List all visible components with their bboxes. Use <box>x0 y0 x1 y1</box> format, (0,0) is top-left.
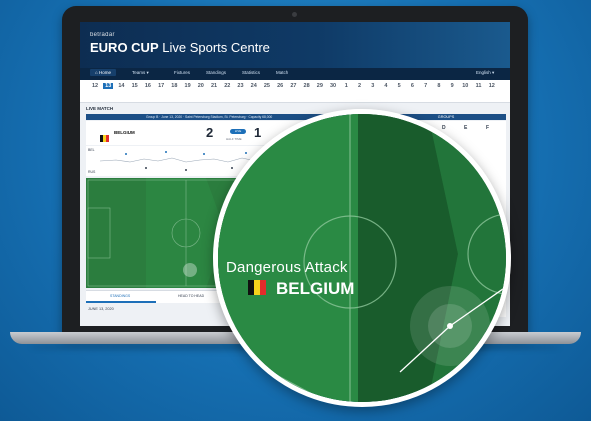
calendar-day[interactable]: 4 <box>381 83 391 89</box>
graph-label-home: BEL <box>88 148 95 152</box>
magnifier-lens: Dangerous Attack BELGIUM <box>213 109 511 407</box>
app-header: betradar EURO CUP Live Sports Centre <box>80 22 510 68</box>
main-nav: ⌂ Home Teams ▾ Fixtures Standings Statis… <box>80 68 510 80</box>
calendar-day[interactable]: 12 <box>90 83 100 89</box>
event-team: BELGIUM <box>276 279 355 298</box>
live-section-label: LIVE MATCH <box>86 106 114 111</box>
nav-label: Home <box>98 70 111 75</box>
calendar-day[interactable]: 20 <box>196 83 206 89</box>
active-tab-indicator <box>86 301 156 303</box>
calendar-day-number: 1 <box>344 83 348 89</box>
calendar-day-number: 16 <box>144 83 151 89</box>
brand-logo: betradar <box>90 32 115 38</box>
language-label: English <box>476 70 491 75</box>
calendar-day[interactable]: 18 <box>169 83 179 89</box>
calendar-day-number: 27 <box>290 83 297 89</box>
belgium-flag-icon <box>100 129 109 142</box>
calendar-day[interactable]: 27 <box>288 83 298 89</box>
calendar-day-number: 25 <box>263 83 270 89</box>
calendar-day[interactable]: 12 <box>487 83 497 89</box>
calendar-day-number: 21 <box>210 83 218 89</box>
calendar-day[interactable]: 2 <box>355 83 365 89</box>
calendar-day-number: 23 <box>237 83 244 89</box>
calendar-day-number: 7 <box>424 83 428 89</box>
page-title: EURO CUP Live Sports Centre <box>90 40 270 55</box>
event-title: Dangerous Attack <box>226 259 348 276</box>
calendar-day[interactable]: 6 <box>407 83 417 89</box>
calendar-day[interactable]: 21 <box>209 83 219 89</box>
calendar-day-number: 19 <box>184 83 191 89</box>
calendar-day-number: 3 <box>371 83 375 89</box>
calendar-day[interactable]: 25 <box>262 83 272 89</box>
calendar-day[interactable]: 24 <box>249 83 259 89</box>
calendar-day[interactable]: 15 <box>130 83 140 89</box>
calendar-day-number: 20 <box>197 83 204 89</box>
title-main: EURO CUP <box>90 40 159 55</box>
tab-head-to-head[interactable]: HEAD TO HEAD <box>178 294 204 298</box>
calendar-day[interactable]: 11 <box>474 83 484 89</box>
nav-item-statistics[interactable]: Statistics <box>242 70 260 75</box>
calendar-day[interactable]: 13 <box>103 83 114 89</box>
calendar-day-number: 29 <box>316 83 323 89</box>
nav-item-fixtures[interactable]: Fixtures <box>174 70 190 75</box>
calendar-day[interactable]: 1 <box>341 83 351 89</box>
calendar-day-number: 4 <box>384 83 388 89</box>
graph-label-away: RUS <box>88 170 96 174</box>
calendar-day-number: 2 <box>357 83 362 89</box>
calendar-day[interactable]: 8 <box>434 83 444 89</box>
calendar-day-number: 14 <box>118 83 125 89</box>
home-team-name: BELGIUM <box>114 130 135 135</box>
calendar-day-number: 12 <box>91 83 99 89</box>
nav-item-match[interactable]: Match <box>276 70 288 75</box>
nav-item-teams[interactable]: Teams ▾ <box>132 70 149 76</box>
calendar-day[interactable]: 9 <box>447 83 457 89</box>
calendar-day-number: 15 <box>131 83 138 89</box>
nav-item-home[interactable]: ⌂ Home <box>90 69 116 76</box>
calendar-day-number: 10 <box>462 83 469 89</box>
calendar-day-number: 6 <box>410 83 414 89</box>
calendar-day[interactable]: 22 <box>222 83 232 89</box>
belgium-flag-icon <box>248 280 266 295</box>
calendar-day[interactable]: 23 <box>235 83 245 89</box>
calendar-day-number: 9 <box>450 83 454 89</box>
calendar-day-number: 12 <box>488 83 495 89</box>
calendar-day-number: 13 <box>105 83 112 89</box>
calendar-day[interactable]: 26 <box>275 83 285 89</box>
calendar-day[interactable]: 7 <box>421 83 431 89</box>
calendar-day-number: 5 <box>397 83 401 89</box>
calendar-day[interactable]: 30 <box>328 83 338 89</box>
title-sub: Live Sports Centre <box>158 40 270 55</box>
nav-label: Teams <box>132 70 146 75</box>
camera-icon <box>292 12 297 17</box>
language-select[interactable]: English ▾ <box>476 70 494 76</box>
calendar-day-number: 11 <box>475 83 482 89</box>
calendar-day-number: 24 <box>250 83 257 89</box>
home-score: 2 <box>206 125 214 140</box>
calendar-day-number: 8 <box>437 83 441 89</box>
calendar-day-number: 26 <box>277 83 284 89</box>
fixture-date: JUNE 13, 2020 <box>88 307 114 311</box>
calendar-day[interactable]: 3 <box>368 83 378 89</box>
nav-item-standings[interactable]: Standings <box>206 70 226 75</box>
calendar-day[interactable]: 28 <box>302 83 312 89</box>
calendar-day[interactable]: 29 <box>315 83 325 89</box>
calendar-day-number: 17 <box>158 83 165 89</box>
calendar-day-number: 28 <box>303 83 310 89</box>
date-strip: 12 13 14 15 16 17 18 19 20 21 22 23 24 25 26 27 28 29 30 1 2… <box>80 80 510 103</box>
calendar-day-number: 22 <box>224 83 231 89</box>
calendar-day-number: 30 <box>330 83 337 89</box>
calendar-day[interactable]: 14 <box>116 83 126 89</box>
tab-standings[interactable]: STANDINGS <box>110 294 130 298</box>
calendar-day-number: 18 <box>171 83 178 89</box>
calendar-day[interactable]: 16 <box>143 83 153 89</box>
calendar-day[interactable]: 17 <box>156 83 166 89</box>
calendar-day[interactable]: 19 <box>183 83 193 89</box>
calendar-day[interactable]: 10 <box>460 83 470 89</box>
lens-pitch <box>218 114 506 402</box>
calendar-day[interactable]: 5 <box>394 83 404 89</box>
